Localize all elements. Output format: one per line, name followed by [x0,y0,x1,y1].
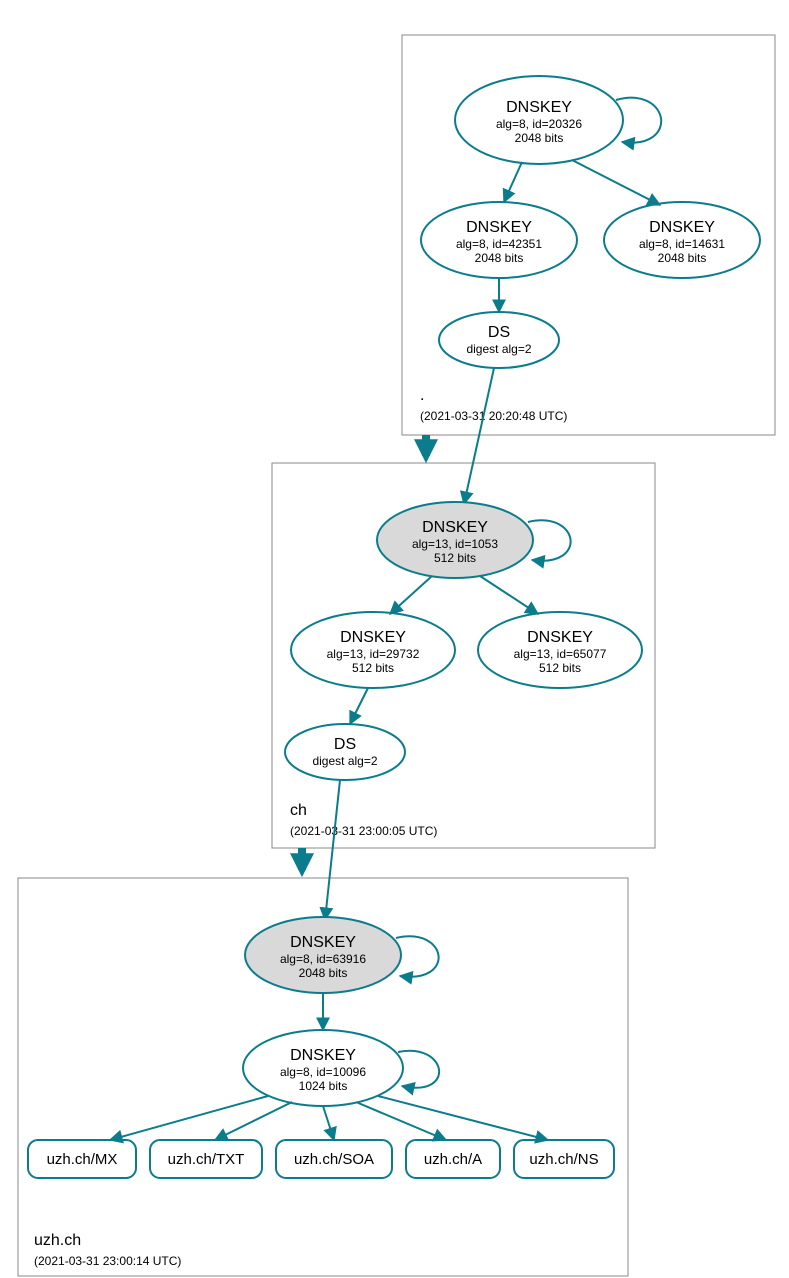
edge-chds-uzhksk [325,780,340,920]
svg-text:512 bits: 512 bits [352,661,394,675]
svg-text:DNSKEY: DNSKEY [290,1047,356,1064]
svg-text:DNSKEY: DNSKEY [290,934,356,951]
edge-chksk-zsk2 [480,576,538,614]
svg-text:2048 bits: 2048 bits [475,251,524,265]
ds-ch: DS digest alg=2 [285,724,405,780]
svg-text:DNSKEY: DNSKEY [527,629,593,646]
dnskey-uzh-zsk: DNSKEY alg=8, id=10096 1024 bits [243,1030,403,1106]
edge-rootksk-zsk2 [572,160,660,205]
svg-text:DNSKEY: DNSKEY [466,219,532,236]
svg-text:alg=8, id=63916: alg=8, id=63916 [280,952,366,966]
rrset-ns: uzh.ch/NS [514,1140,614,1178]
zone-root-ts: (2021-03-31 20:20:48 UTC) [420,409,567,423]
edge-zsk-a [356,1102,446,1140]
edge-zsk-mx [110,1096,268,1140]
edge-ch-ksk-self [528,520,571,560]
zone-ch-label: ch [290,802,307,819]
dnskey-root-zsk2: DNSKEY alg=8, id=14631 2048 bits [604,202,760,278]
zone-root-label: . [420,387,424,404]
edge-uzh-zsk-self [398,1051,439,1088]
edge-zsk-ns [378,1096,548,1140]
svg-text:alg=13, id=65077: alg=13, id=65077 [514,647,607,661]
svg-text:alg=8, id=14631: alg=8, id=14631 [639,237,725,251]
svg-text:alg=8, id=42351: alg=8, id=42351 [456,237,542,251]
zone-ch-ts: (2021-03-31 23:00:05 UTC) [290,824,437,838]
dnskey-ch-zsk1: DNSKEY alg=13, id=29732 512 bits [291,612,455,688]
rrset-txt: uzh.ch/TXT [150,1140,262,1178]
ds-root: DS digest alg=2 [439,312,559,368]
svg-text:1024 bits: 1024 bits [299,1079,348,1093]
svg-text:alg=13, id=1053: alg=13, id=1053 [412,537,498,551]
zone-uzh: uzh.ch (2021-03-31 23:00:14 UTC) DNSKEY … [18,780,628,1276]
rrset-a: uzh.ch/A [406,1140,500,1178]
edge-chksk-zsk1 [390,576,432,614]
svg-text:alg=8, id=20326: alg=8, id=20326 [496,117,582,131]
dnskey-root-zsk1: DNSKEY alg=8, id=42351 2048 bits [421,202,577,278]
svg-text:DNSKEY: DNSKEY [649,219,715,236]
svg-text:2048 bits: 2048 bits [299,966,348,980]
zone-ch: ch (2021-03-31 23:00:05 UTC) DNSKEY alg=… [272,368,655,848]
rrset-soa: uzh.ch/SOA [276,1140,392,1178]
dnskey-root-ksk: DNSKEY alg=8, id=20326 2048 bits [455,76,623,164]
svg-text:512 bits: 512 bits [434,551,476,565]
zone-root: . (2021-03-31 20:20:48 UTC) DNSKEY alg=8… [402,35,775,435]
edge-rootksk-zsk1 [504,162,522,202]
svg-text:digest alg=2: digest alg=2 [312,754,377,768]
svg-text:uzh.ch/SOA: uzh.ch/SOA [294,1151,374,1168]
svg-text:DNSKEY: DNSKEY [506,99,572,116]
dnskey-ch-ksk: DNSKEY alg=13, id=1053 512 bits [377,502,533,578]
edge-zsk-soa [323,1106,334,1140]
svg-text:uzh.ch/TXT: uzh.ch/TXT [168,1151,245,1168]
rrset-mx: uzh.ch/MX [28,1140,136,1178]
svg-text:DNSKEY: DNSKEY [340,629,406,646]
svg-text:digest alg=2: digest alg=2 [466,342,531,356]
svg-text:DS: DS [334,736,356,753]
zone-uzh-ts: (2021-03-31 23:00:14 UTC) [34,1254,181,1268]
edge-rootds-chksk [464,368,494,504]
svg-text:uzh.ch/A: uzh.ch/A [424,1151,482,1168]
svg-text:DS: DS [488,324,510,341]
dnskey-ch-zsk2: DNSKEY alg=13, id=65077 512 bits [478,612,642,688]
svg-text:alg=13, id=29732: alg=13, id=29732 [327,647,420,661]
svg-text:alg=8, id=10096: alg=8, id=10096 [280,1065,366,1079]
svg-text:2048 bits: 2048 bits [658,251,707,265]
svg-text:uzh.ch/MX: uzh.ch/MX [47,1151,118,1168]
edge-uzh-ksk-self [396,936,439,976]
svg-text:uzh.ch/NS: uzh.ch/NS [529,1151,598,1168]
edge-chzsk1-chds [350,688,368,724]
svg-text:512 bits: 512 bits [539,661,581,675]
rrset-row: uzh.ch/MX uzh.ch/TXT uzh.ch/SOA uzh.ch/A… [28,1140,614,1178]
svg-text:2048 bits: 2048 bits [515,131,564,145]
dnskey-uzh-ksk: DNSKEY alg=8, id=63916 2048 bits [245,917,401,993]
zone-uzh-label: uzh.ch [34,1232,81,1249]
svg-text:DNSKEY: DNSKEY [422,519,488,536]
